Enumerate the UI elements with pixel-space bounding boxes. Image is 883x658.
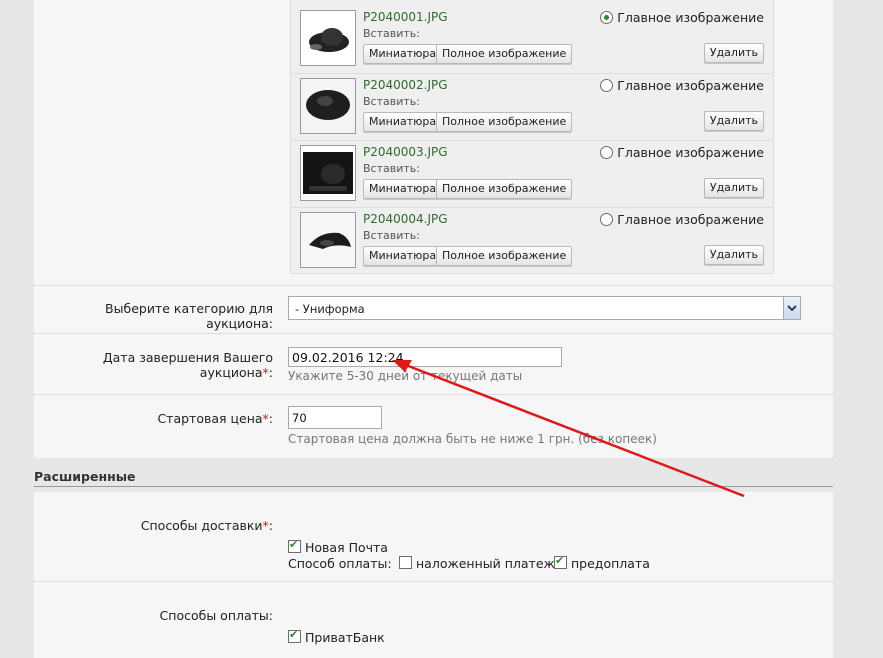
start-price-hint: Стартовая цена должна быть не ниже 1 грн…: [288, 432, 657, 446]
payment-option-privatbank[interactable]: ПриватБанк: [288, 628, 385, 645]
main-image-radio[interactable]: Главное изображение: [600, 78, 764, 93]
insert-full-image-button[interactable]: Полное изображение: [436, 44, 573, 64]
payment-option-prepay[interactable]: предоплата: [554, 554, 650, 571]
image-row: P2040001.JPG Вставить: Миниатюра Полное …: [291, 6, 773, 72]
image-row: P2040002.JPG Вставить: Миниатюра Полное …: [291, 73, 773, 140]
category-selected-value: - Униформа: [295, 302, 365, 316]
image-row: P2040003.JPG Вставить: Миниатюра Полное …: [291, 140, 773, 207]
label-colon: :: [268, 518, 273, 533]
checkbox-checked-icon[interactable]: [288, 628, 301, 643]
insert-thumbnail-button[interactable]: Миниатюра: [363, 179, 443, 199]
end-date-label-text: Дата завершения Вашего аукциона: [102, 350, 273, 380]
payment-method-label: Способ оплаты:: [288, 556, 392, 571]
checkbox-unchecked-icon[interactable]: [399, 556, 412, 569]
main-image-label: Главное изображение: [617, 212, 764, 227]
category-select[interactable]: - Униформа: [288, 296, 801, 320]
delete-image-button[interactable]: Удалить: [703, 245, 764, 265]
delete-image-button[interactable]: Удалить: [703, 43, 764, 63]
divider: [34, 394, 833, 395]
label-colon: :: [268, 411, 273, 426]
main-image-label: Главное изображение: [617, 10, 764, 25]
radio-unselected-icon: [600, 146, 614, 159]
delivery-label: Способы доставки*:: [40, 518, 273, 533]
checkbox-checked-icon[interactable]: [554, 554, 567, 569]
advanced-panel: [34, 492, 833, 658]
image-thumbnail[interactable]: [300, 78, 356, 134]
checkbox-checked-icon[interactable]: [288, 538, 301, 553]
insert-label: Вставить:: [363, 229, 420, 242]
insert-full-image-button[interactable]: Полное изображение: [436, 112, 573, 132]
insert-label: Вставить:: [363, 162, 420, 175]
payment-label: Способы оплаты:: [159, 608, 273, 623]
section-divider: [34, 486, 833, 487]
delete-image-button[interactable]: Удалить: [703, 111, 764, 131]
insert-thumbnail-button[interactable]: Миниатюра: [363, 246, 443, 266]
start-price-input[interactable]: 70: [288, 406, 382, 429]
radio-selected-icon: [600, 11, 614, 24]
option-label: предоплата: [571, 556, 650, 571]
category-label: Выберите категорию для аукциона:: [105, 301, 273, 331]
image-thumbnail[interactable]: [300, 145, 356, 201]
insert-full-image-button[interactable]: Полное изображение: [436, 246, 573, 266]
uploaded-images-list: P2040001.JPG Вставить: Миниатюра Полное …: [290, 0, 774, 274]
main-image-radio[interactable]: Главное изображение: [600, 145, 764, 160]
start-price-label: Стартовая цена*:: [40, 411, 273, 426]
option-label: ПриватБанк: [305, 630, 385, 645]
option-label: Новая Почта: [305, 540, 388, 555]
section-title-advanced: Расширенные: [34, 469, 136, 484]
chevron-down-icon[interactable]: [783, 297, 800, 319]
option-label: наложенный платеж: [416, 556, 555, 571]
image-filename: P2040001.JPG: [363, 10, 448, 24]
delivery-option-nova-poshta[interactable]: Новая Почта: [288, 538, 388, 555]
radio-unselected-icon: [600, 79, 614, 92]
delete-image-button[interactable]: Удалить: [703, 178, 764, 198]
radio-unselected-icon: [600, 213, 614, 226]
start-price-label-text: Стартовая цена: [157, 411, 263, 426]
payment-option-cod[interactable]: наложенный платеж: [399, 556, 555, 571]
end-date-input[interactable]: 09.02.2016 12:24: [288, 347, 562, 367]
label-colon: :: [268, 365, 273, 380]
insert-full-image-button[interactable]: Полное изображение: [436, 179, 573, 199]
insert-thumbnail-button[interactable]: Миниатюра: [363, 112, 443, 132]
end-date-hint: Укажите 5-30 дней от текущей даты: [288, 369, 523, 383]
image-filename: P2040004.JPG: [363, 212, 448, 226]
main-image-label: Главное изображение: [617, 145, 764, 160]
image-thumbnail[interactable]: [300, 212, 356, 268]
delivery-label-text: Способы доставки: [140, 518, 263, 533]
insert-label: Вставить:: [363, 95, 420, 108]
divider: [34, 581, 833, 582]
image-filename: P2040003.JPG: [363, 145, 448, 159]
image-thumbnail[interactable]: [300, 10, 356, 66]
end-date-label: Дата завершения Вашего аукциона*:: [40, 350, 273, 380]
main-image-radio[interactable]: Главное изображение: [600, 10, 764, 25]
insert-label: Вставить:: [363, 27, 420, 40]
image-row: P2040004.JPG Вставить: Миниатюра Полное …: [291, 207, 773, 274]
divider: [34, 285, 833, 286]
divider: [34, 333, 833, 334]
image-filename: P2040002.JPG: [363, 78, 448, 92]
main-image-radio[interactable]: Главное изображение: [600, 212, 764, 227]
insert-thumbnail-button[interactable]: Миниатюра: [363, 44, 443, 64]
main-image-label: Главное изображение: [617, 78, 764, 93]
